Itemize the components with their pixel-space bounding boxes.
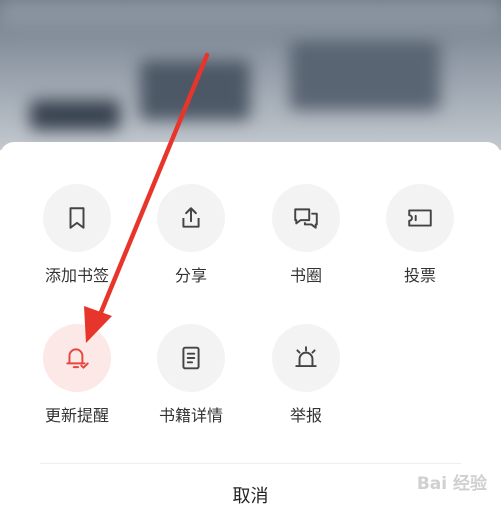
bookmark-label: 添加书签 — [44, 266, 109, 285]
book-circle-button[interactable] — [272, 184, 340, 252]
bookmark-button[interactable] — [43, 184, 111, 252]
book-circle-label: 书圈 — [289, 266, 322, 285]
share-button[interactable] — [157, 184, 225, 252]
bell-check-icon — [66, 348, 89, 369]
share-action[interactable]: 分享 — [136, 184, 246, 294]
bookmark-action[interactable]: 添加书签 — [22, 184, 132, 294]
chat-bubbles-icon — [294, 208, 318, 229]
update-reminder-button[interactable] — [43, 324, 111, 392]
vote-button[interactable] — [386, 184, 454, 252]
update-reminder-label: 更新提醒 — [44, 406, 109, 425]
report-action[interactable]: 举报 — [251, 324, 361, 434]
book-details-action[interactable]: 书籍详情 — [136, 324, 246, 434]
book-details-label: 书籍详情 — [158, 406, 223, 425]
share-icon — [182, 207, 200, 228]
book-circle-action[interactable]: 书圈 — [251, 184, 361, 294]
book-details-button[interactable] — [157, 324, 225, 392]
vote-action[interactable]: 投票 — [365, 184, 475, 294]
share-label: 分享 — [174, 266, 207, 285]
alarm-light-icon — [295, 346, 317, 368]
bookmark-icon — [69, 207, 85, 229]
background-photo — [0, 0, 501, 150]
report-label: 举报 — [289, 406, 322, 425]
document-icon — [182, 346, 200, 370]
vote-label: 投票 — [403, 266, 436, 285]
report-button[interactable] — [272, 324, 340, 392]
watermark: Bai 经验 — [416, 474, 487, 494]
ticket-icon — [408, 209, 432, 227]
divider — [40, 463, 461, 464]
update-reminder-action[interactable]: 更新提醒 — [22, 324, 132, 434]
